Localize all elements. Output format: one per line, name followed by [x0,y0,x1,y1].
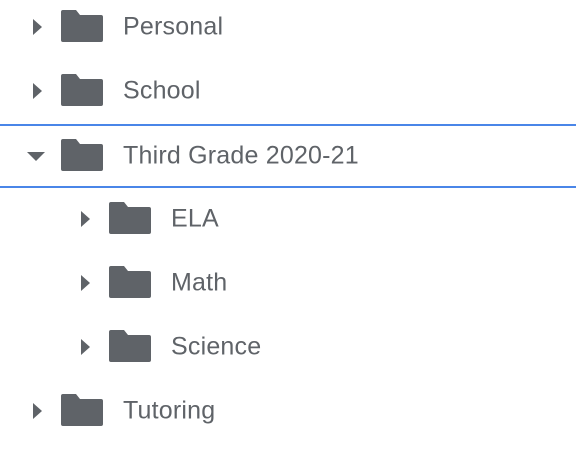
tree-item-label: Tutoring [123,396,216,425]
tree-item-label: ELA [171,204,219,233]
folder-icon [61,139,103,171]
expand-arrow-icon[interactable] [81,211,90,227]
tree-item-label: Third Grade 2020-21 [123,141,359,170]
folder-icon [109,330,151,362]
expand-arrow-icon[interactable] [81,339,90,355]
tree-item-school[interactable]: School [0,59,576,123]
tree-item-ela[interactable]: ELA [0,187,576,251]
expand-arrow-icon[interactable] [33,19,42,35]
tree-item-personal[interactable]: Personal [0,0,576,59]
tree-item-label: Personal [123,12,224,41]
tree-item-science[interactable]: Science [0,315,576,379]
tree-item-label: Math [171,268,228,297]
expand-arrow-icon[interactable] [33,83,42,99]
folder-icon [109,202,151,234]
collapse-arrow-icon[interactable] [27,152,45,161]
tree-item-tutoring[interactable]: Tutoring [0,379,576,443]
folder-icon [109,266,151,298]
folder-tree: Personal School Third Grade 2020-21 ELA … [0,0,576,450]
folder-icon [61,74,103,106]
folder-icon [61,10,103,42]
folder-icon [61,394,103,426]
tree-item-third-grade[interactable]: Third Grade 2020-21 [0,124,576,188]
expand-arrow-icon[interactable] [81,275,90,291]
expand-arrow-icon[interactable] [33,403,42,419]
tree-item-label: Science [171,332,262,361]
tree-item-label: School [123,76,201,105]
tree-item-math[interactable]: Math [0,251,576,315]
